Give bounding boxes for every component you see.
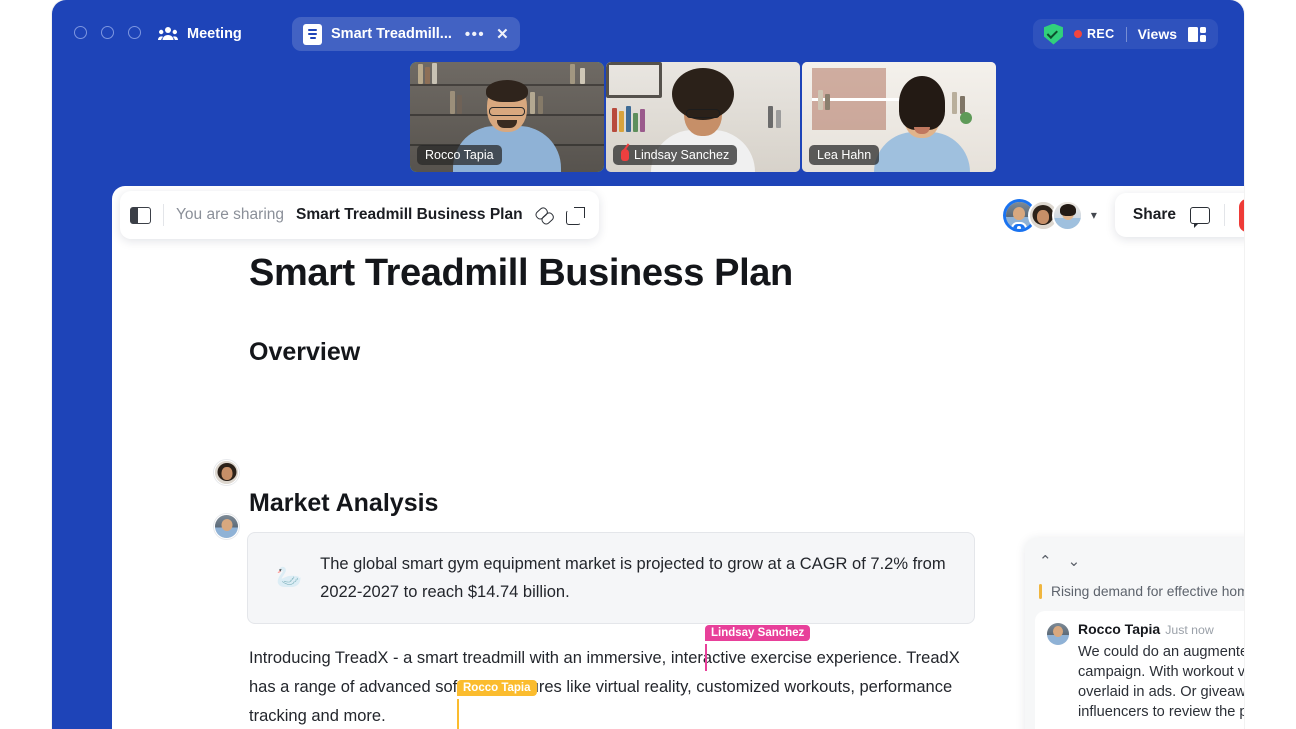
tab-document-label: Smart Treadmill... bbox=[331, 26, 452, 42]
comment-meta: Rocco Tapia Just now bbox=[1078, 621, 1244, 639]
viewing-eye-icon bbox=[1011, 221, 1028, 229]
comment-author: Rocco Tapia bbox=[1078, 621, 1161, 637]
participant-nametag: Lindsay Sanchez bbox=[613, 145, 738, 165]
tab-meeting[interactable]: Meeting bbox=[148, 19, 252, 49]
link-icon[interactable] bbox=[535, 206, 554, 225]
cursor-label-rocco-tapia: Rocco Tapia bbox=[457, 680, 537, 696]
sharing-status-bar: You are sharing Smart Treadmill Business… bbox=[120, 191, 599, 239]
cursor-caret-rocco-tapia bbox=[457, 699, 460, 729]
cursor-caret-lindsay-sanchez bbox=[705, 644, 708, 671]
comment-thread: Rocco Tapia Just now We could do an augme… bbox=[1035, 611, 1244, 729]
sharing-status-label: You are sharing bbox=[176, 206, 285, 223]
heading-market-analysis: Market Analysis bbox=[249, 489, 439, 517]
share-toolbar: You are sharing Smart Treadmill Business… bbox=[112, 186, 1244, 250]
stop-sharing-button[interactable]: ✕ bbox=[1239, 198, 1244, 232]
comment-nav: ⌃ ⌄ bbox=[1039, 554, 1080, 569]
heading-overview: Overview bbox=[249, 338, 361, 366]
meeting-status-controls: REC Views bbox=[1032, 19, 1218, 49]
callout-text: The global smart gym equipment market is… bbox=[320, 555, 946, 601]
window-titlebar: Meeting Smart Treadmill... ••• ✕ REC Vie… bbox=[52, 0, 1244, 68]
shared-document-card: You are sharing Smart Treadmill Business… bbox=[112, 186, 1244, 729]
shield-icon bbox=[1043, 23, 1063, 45]
people-icon bbox=[158, 27, 178, 40]
video-tile-lea-hahn[interactable]: Lea Hahn bbox=[802, 62, 996, 172]
video-tile-strip: Rocco Tapia Lindsay Sanchez Lea Hahn bbox=[410, 62, 996, 172]
comment-quoted-text: Rising demand for effective home workou.… bbox=[1025, 584, 1244, 611]
tab-meeting-label: Meeting bbox=[187, 26, 242, 42]
maximize-window-button[interactable] bbox=[128, 26, 141, 39]
share-button-group: Share ✕ bbox=[1114, 193, 1244, 237]
screen: Meeting Smart Treadmill... ••• ✕ REC Vie… bbox=[0, 0, 1296, 729]
tab-document[interactable]: Smart Treadmill... ••• ✕ bbox=[292, 17, 520, 51]
video-tile-rocco-tapia[interactable]: Rocco Tapia bbox=[410, 62, 604, 172]
share-actions: ▾ Share ✕ bbox=[1003, 191, 1244, 239]
meeting-window: Meeting Smart Treadmill... ••• ✕ REC Vie… bbox=[52, 0, 1244, 729]
recording-indicator: REC bbox=[1073, 27, 1115, 41]
participant-nametag: Rocco Tapia bbox=[417, 145, 502, 165]
video-tile-lindsay-sanchez[interactable]: Lindsay Sanchez bbox=[606, 62, 800, 172]
comment-timestamp: Just now bbox=[1165, 623, 1214, 637]
quoted-text-label: Rising demand for effective home workou.… bbox=[1051, 584, 1244, 599]
avatar-viewer-3[interactable] bbox=[1051, 199, 1083, 231]
share-button[interactable]: Share bbox=[1133, 206, 1176, 224]
close-window-button[interactable] bbox=[74, 26, 87, 39]
comments-panel: ⌃ ⌄ ••• Rising demand for effective home… bbox=[1025, 538, 1244, 729]
minimize-window-button[interactable] bbox=[101, 26, 114, 39]
comment-item: Rocco Tapia Just now We could do an augme… bbox=[1047, 621, 1244, 729]
gutter-avatar-rocco[interactable] bbox=[214, 514, 239, 539]
viewer-avatars[interactable]: ▾ bbox=[1003, 199, 1097, 231]
gutter-avatar-lindsay[interactable] bbox=[214, 460, 239, 485]
participant-nametag: Lea Hahn bbox=[809, 145, 880, 165]
participant-name: Rocco Tapia bbox=[425, 148, 494, 162]
views-label[interactable]: Views bbox=[1138, 26, 1177, 42]
divider bbox=[1125, 26, 1127, 42]
tab-more-icon[interactable]: ••• bbox=[465, 26, 485, 43]
avatar bbox=[1047, 623, 1069, 645]
swan-icon: 🦢 bbox=[276, 566, 303, 589]
chevron-down-icon[interactable]: ▾ bbox=[1091, 208, 1097, 222]
page-title: Smart Treadmill Business Plan bbox=[249, 252, 793, 294]
comment-body: Rocco Tapia Just now We could do an augme… bbox=[1078, 621, 1244, 729]
callout-box: 🦢 The global smart gym equipment market … bbox=[247, 532, 975, 624]
participant-name: Lindsay Sanchez bbox=[634, 148, 730, 162]
shared-document-title: Smart Treadmill Business Plan bbox=[296, 206, 523, 223]
document-icon bbox=[303, 23, 322, 45]
divider bbox=[1224, 204, 1225, 226]
next-comment-button[interactable]: ⌄ bbox=[1068, 554, 1081, 569]
quote-bar bbox=[1039, 584, 1042, 599]
comments-panel-header: ⌃ ⌄ ••• bbox=[1025, 538, 1244, 584]
record-dot-icon bbox=[1073, 30, 1082, 38]
muted-mic-icon bbox=[621, 149, 629, 161]
open-external-icon[interactable] bbox=[565, 206, 585, 225]
cursor-label-lindsay-sanchez: Lindsay Sanchez bbox=[705, 625, 811, 641]
comment-icon[interactable] bbox=[1190, 206, 1210, 228]
recording-label: REC bbox=[1086, 27, 1115, 41]
toggle-sidebar-icon[interactable] bbox=[130, 206, 151, 224]
comment-text: We could do an augmented reality campaig… bbox=[1078, 644, 1244, 720]
tab-close-icon[interactable]: ✕ bbox=[496, 25, 509, 43]
layout-grid-icon[interactable] bbox=[1188, 26, 1207, 42]
previous-comment-button[interactable]: ⌃ bbox=[1039, 554, 1052, 569]
paragraph-overview: Introducing TreadX - a smart treadmill w… bbox=[249, 649, 960, 725]
participant-name: Lea Hahn bbox=[817, 148, 872, 162]
window-traffic-lights[interactable] bbox=[74, 26, 141, 39]
divider bbox=[163, 204, 164, 226]
